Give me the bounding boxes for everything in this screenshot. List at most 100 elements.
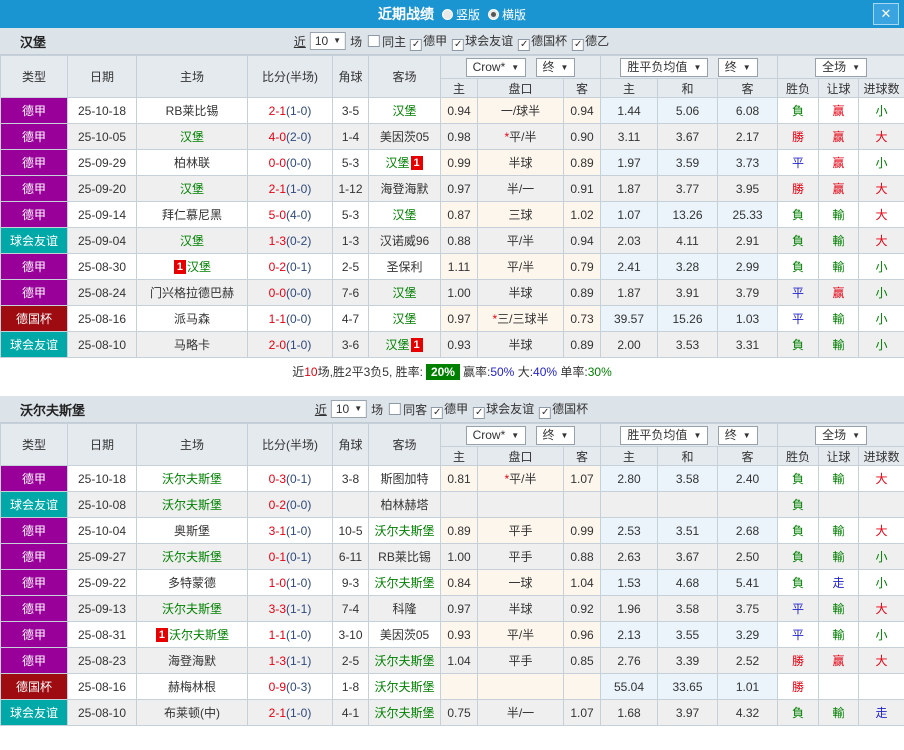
handicap-home-odds: 0.93 <box>441 332 478 358</box>
close-icon[interactable] <box>873 3 899 25</box>
fulltime-score: 3-1 <box>269 524 286 538</box>
match-row: 德甲25-09-27沃尔夫斯堡0-1(0-1)6-11RB莱比锡1.00平手0.… <box>1 544 904 570</box>
match-count-select[interactable]: 10 <box>310 32 346 50</box>
away-team-cell: 柏林赫塔 <box>369 492 441 518</box>
corners-cell: 4-7 <box>333 306 369 332</box>
score-cell: 3-3(1-1) <box>248 596 333 622</box>
fulltime-score: 2-1 <box>269 104 286 118</box>
score-cell: 2-1(1-0) <box>248 700 333 726</box>
team-name-text: 美因茨05 <box>380 628 429 642</box>
avg-final-dropdown[interactable]: 终 <box>718 426 758 445</box>
fulltime-score: 0-2 <box>269 498 286 512</box>
fulltime-score: 1-0 <box>269 576 286 590</box>
avg-away-odds: 3.75 <box>718 596 778 622</box>
col-header-odds-away: 客 <box>564 447 601 466</box>
avg-draw-odds <box>658 492 718 518</box>
games-label: 场 <box>350 33 362 50</box>
handicap-away-odds: 0.88 <box>564 544 601 570</box>
match-row: 德甲25-09-29柏林联0-0(0-0)5-3汉堡10.99半球0.891.9… <box>1 150 904 176</box>
near-link[interactable]: 近 <box>315 401 327 418</box>
result-wdl: 平 <box>778 596 819 622</box>
result-wdl: 負 <box>778 518 819 544</box>
home-team-cell: 1汉堡 <box>137 254 248 280</box>
fulltime-dropdown[interactable]: 全场 <box>815 58 867 77</box>
result-handicap: 赢 <box>819 124 859 150</box>
avg-draw-odds: 3.67 <box>658 544 718 570</box>
same-venue-checkbox[interactable] <box>368 35 380 47</box>
team-name-text: 沃尔夫斯堡 <box>162 550 222 564</box>
league-checkbox[interactable] <box>572 39 584 51</box>
same-venue-label: 同客 <box>403 401 427 418</box>
summary-text: 场,胜2平3负5, 胜率: <box>318 363 423 380</box>
result-wdl: 平 <box>778 280 819 306</box>
team-name-text: 海登海默 <box>380 182 428 196</box>
result-handicap-text: 輸 <box>833 550 845 564</box>
avg-away-odds: 1.01 <box>718 674 778 700</box>
away-team-cell: 海登海默 <box>369 176 441 202</box>
fulltime-score: 0-0 <box>269 156 286 170</box>
league-checkbox[interactable] <box>452 39 464 51</box>
league-filter-list: 德甲球会友谊德国杯 <box>427 400 589 419</box>
league-checkbox[interactable] <box>410 39 422 51</box>
fulltime-dropdown[interactable]: 全场 <box>815 426 867 445</box>
radio-horizontal-label[interactable]: 横版 <box>502 6 526 23</box>
handicap-line: 平/半 <box>478 228 564 254</box>
avg-final-dropdown[interactable]: 终 <box>718 58 758 77</box>
league-checkbox[interactable] <box>539 407 551 419</box>
avg-draw-odds: 13.26 <box>658 202 718 228</box>
odds-final-dropdown[interactable]: 终 <box>536 58 576 77</box>
avg-type-dropdown[interactable]: 胜平负均值 <box>620 58 708 77</box>
avg-draw-odds: 3.91 <box>658 280 718 306</box>
avg-draw-odds: 15.26 <box>658 306 718 332</box>
handicap-line: 一球 <box>478 570 564 596</box>
col-header-avg-away: 客 <box>718 447 778 466</box>
team-name-text: RB莱比锡 <box>166 104 219 118</box>
halftime-score: (0-3) <box>286 680 311 694</box>
date-cell: 25-08-30 <box>68 254 137 280</box>
result-goals: 大 <box>859 202 904 228</box>
avg-type-dropdown[interactable]: 胜平负均值 <box>620 426 708 445</box>
avg-draw-odds: 3.67 <box>658 124 718 150</box>
league-checkbox[interactable] <box>431 407 443 419</box>
team-section-hamburg: 汉堡 近 10 场 同主 德甲球会友谊德国杯德乙 类型 日期 主场 比分(半场)… <box>0 28 904 385</box>
score-cell: 4-0(2-0) <box>248 124 333 150</box>
score-cell: 0-2(0-0) <box>248 492 333 518</box>
radio-horizontal-layout[interactable] <box>488 9 499 20</box>
corners-cell: 5-3 <box>333 150 369 176</box>
radio-vertical-label[interactable]: 竖版 <box>456 6 480 23</box>
away-team-cell: 美因茨05 <box>369 622 441 648</box>
result-goals-text: 大 <box>876 234 888 248</box>
odds-source-dropdown[interactable]: Crow* <box>466 58 527 77</box>
col-header-goals: 进球数 <box>859 447 904 466</box>
odds-source-dropdown[interactable]: Crow* <box>466 426 527 445</box>
fulltime-score: 3-3 <box>269 602 286 616</box>
result-handicap: 輸 <box>819 622 859 648</box>
match-count-select[interactable]: 10 <box>331 400 367 418</box>
score-cell: 0-9(0-3) <box>248 674 333 700</box>
away-team-cell: 沃尔夫斯堡 <box>369 518 441 544</box>
radio-vertical-layout[interactable] <box>442 9 453 20</box>
result-handicap-text: 輸 <box>833 706 845 720</box>
result-goals: 大 <box>859 228 904 254</box>
same-venue-checkbox[interactable] <box>389 403 401 415</box>
league-checkbox[interactable] <box>473 407 485 419</box>
date-cell: 25-08-16 <box>68 306 137 332</box>
handicap-home-odds <box>441 674 478 700</box>
handicap-away-odds: 0.94 <box>564 228 601 254</box>
summary-text: 10 <box>304 365 317 379</box>
titlebar: 近期战绩 竖版 横版 <box>0 0 904 28</box>
league-cell: 球会友谊 <box>1 492 68 518</box>
avg-draw-odds: 5.06 <box>658 98 718 124</box>
result-wdl: 負 <box>778 254 819 280</box>
date-cell: 25-09-13 <box>68 596 137 622</box>
fulltime-score: 1-1 <box>269 628 286 642</box>
result-wdl-text: 負 <box>792 104 804 118</box>
league-checkbox[interactable] <box>518 39 530 51</box>
score-cell: 1-3(0-2) <box>248 228 333 254</box>
score-cell: 0-1(0-1) <box>248 544 333 570</box>
odds-final-dropdown[interactable]: 终 <box>536 426 576 445</box>
date-cell: 25-09-29 <box>68 150 137 176</box>
corners-cell: 2-5 <box>333 648 369 674</box>
near-link[interactable]: 近 <box>294 33 306 50</box>
team-name-text: 奥斯堡 <box>174 524 210 538</box>
